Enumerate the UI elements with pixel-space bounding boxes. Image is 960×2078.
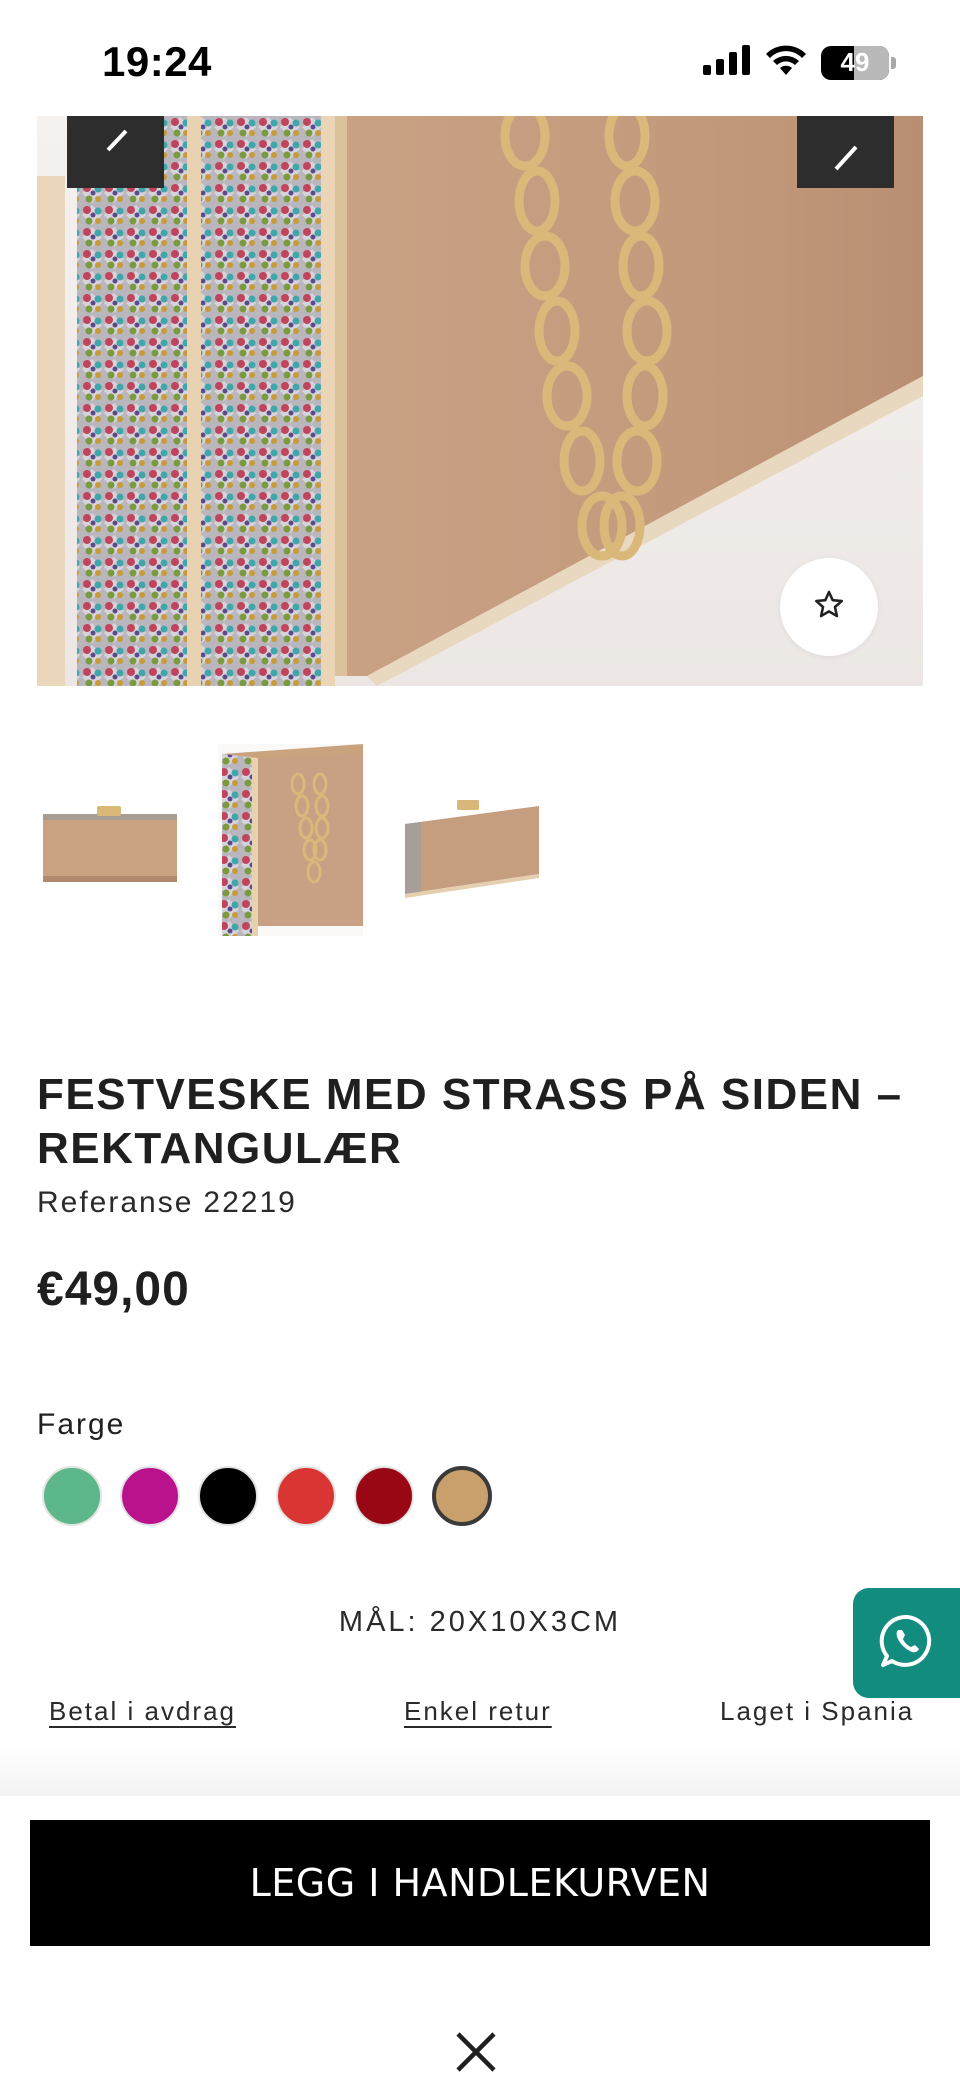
chevron-left-icon — [96, 125, 136, 180]
color-swatches — [42, 1466, 492, 1526]
next-image-button[interactable] — [797, 116, 894, 188]
installments-link[interactable]: Betal i avdrag — [49, 1696, 236, 1727]
color-swatch-magenta[interactable] — [120, 1466, 180, 1526]
whatsapp-chat-button[interactable] — [853, 1588, 960, 1698]
add-to-wishlist-button[interactable] — [780, 558, 878, 656]
previous-image-button[interactable] — [67, 116, 164, 188]
product-dimensions: MÅL: 20X10X3CM — [338, 1606, 622, 1638]
color-swatch-black[interactable] — [198, 1466, 258, 1526]
status-time: 19:24 — [102, 38, 212, 85]
thumbnail-strip — [37, 744, 544, 936]
add-to-cart-button[interactable]: LEGG I HANDLEKURVEN — [30, 1820, 930, 1946]
cellular-signal-icon — [703, 45, 751, 80]
battery-cap — [891, 56, 896, 69]
battery-indicator: 49 — [821, 45, 896, 80]
reference-label: Referanse — [37, 1186, 194, 1219]
close-button[interactable] — [452, 2030, 500, 2078]
star-outline-icon — [812, 588, 846, 627]
reference-value: 22219 — [203, 1186, 297, 1219]
thumbnail-side[interactable] — [399, 744, 544, 936]
product-title: FESTVESKE MED STRASS PÅ SIDEN – REKTANGU… — [37, 1070, 903, 1173]
bottom-sheet-shadow — [0, 1746, 960, 1796]
battery-level: 49 — [840, 47, 870, 77]
easy-returns-link[interactable]: Enkel retur — [404, 1696, 552, 1727]
color-swatch-green[interactable] — [42, 1466, 102, 1526]
color-swatch-dark-red[interactable] — [354, 1466, 414, 1526]
color-swatch-red[interactable] — [276, 1466, 336, 1526]
color-label: Farge — [37, 1408, 126, 1441]
made-in-spain-label: Laget i Spania — [720, 1696, 915, 1726]
color-swatch-beige[interactable] — [432, 1466, 492, 1526]
status-bar: 19:24 49 — [0, 0, 960, 116]
close-icon — [454, 2030, 498, 2078]
wifi-icon — [765, 44, 807, 81]
product-price: €49,00 — [37, 1263, 190, 1316]
whatsapp-icon — [878, 1612, 936, 1675]
status-icons: 49 — [703, 44, 896, 81]
thumbnail-front[interactable] — [37, 744, 182, 936]
chevron-right-icon — [826, 125, 866, 180]
thumbnail-angle-chain[interactable] — [218, 744, 363, 936]
battery-icon: 49 — [821, 45, 889, 80]
product-reference: Referanse 22219 — [37, 1186, 297, 1220]
